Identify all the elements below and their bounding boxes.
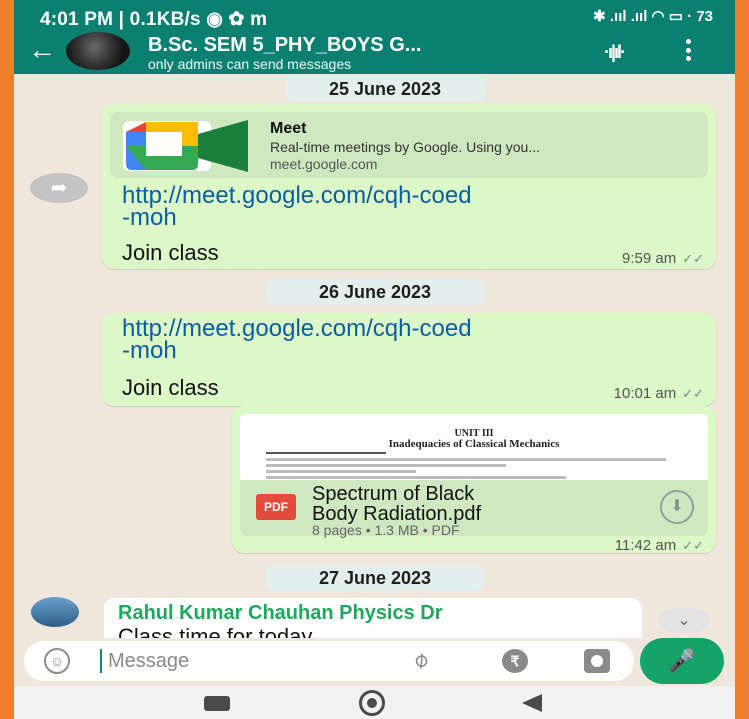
waveform-icon[interactable]: ·ı|ıl· bbox=[604, 42, 626, 63]
message-input[interactable]: Message bbox=[108, 650, 189, 673]
message-link-continued[interactable]: -moh bbox=[122, 204, 177, 232]
rupee-icon[interactable]: ₹ bbox=[502, 649, 528, 673]
app-bar: 4:01 PM | 0.1KB/s ◉ ✿ m ✱ .ııl .ııl ◠ ▭ … bbox=[14, 0, 735, 74]
emoji-icon[interactable]: ☺ bbox=[44, 648, 70, 674]
message-time-text: 9:59 am bbox=[622, 250, 677, 267]
sender-name[interactable]: Rahul Kumar Chauhan Physics Dr bbox=[118, 602, 443, 625]
preview-domain: meet.google.com bbox=[270, 156, 378, 172]
pdf-file-icon: PDF bbox=[256, 494, 296, 520]
pdf-text-line bbox=[266, 464, 506, 467]
pdf-heading: Inadequacies of Classical Mechanics bbox=[388, 438, 560, 450]
pdf-text-line bbox=[266, 458, 666, 461]
forward-icon[interactable]: ➦ bbox=[30, 173, 88, 203]
download-icon[interactable]: ⬇ bbox=[660, 490, 694, 524]
pdf-text-line bbox=[266, 470, 416, 473]
camera-icon[interactable] bbox=[584, 649, 610, 673]
phone-screen: 4:01 PM | 0.1KB/s ◉ ✿ m ✱ .ııl .ııl ◠ ▭ … bbox=[14, 0, 735, 719]
message-text: Join class bbox=[122, 240, 219, 265]
preview-title: Meet bbox=[270, 120, 307, 137]
message-time: 10:01 am ✓✓ bbox=[614, 385, 704, 402]
pdf-text-line bbox=[266, 452, 386, 454]
group-avatar[interactable] bbox=[66, 32, 130, 70]
message-input-bar[interactable]: ☺ Message ⌀ ₹ bbox=[24, 641, 634, 681]
message-time-text: 11:42 am bbox=[614, 537, 677, 554]
message-text: Class time for today bbox=[118, 624, 313, 638]
message-link-continued[interactable]: -moh bbox=[122, 337, 177, 365]
pdf-filename-line2: Body Radiation.pdf bbox=[312, 503, 482, 525]
google-meet-logo bbox=[123, 120, 248, 172]
recents-icon[interactable] bbox=[204, 696, 230, 711]
mic-button[interactable]: 🎤 bbox=[640, 638, 724, 684]
status-bar-right: ✱ .ııl .ııl ◠ ▭ · 73 bbox=[593, 7, 713, 25]
message-bubble[interactable]: Meet Real-time meetings by Google. Using… bbox=[102, 104, 716, 269]
double-check-icon: ✓✓ bbox=[682, 251, 704, 266]
battery-level: 73 bbox=[696, 8, 713, 25]
incoming-message[interactable]: Rahul Kumar Chauhan Physics Dr Class tim… bbox=[104, 598, 642, 638]
date-separator: 25 June 2023 bbox=[285, 76, 485, 102]
home-icon[interactable] bbox=[359, 690, 385, 716]
double-check-icon: ✓✓ bbox=[682, 538, 704, 553]
message-time: 9:59 am ✓✓ bbox=[622, 250, 704, 267]
link-preview[interactable]: Meet Real-time meetings by Google. Using… bbox=[110, 112, 708, 178]
pdf-filename: Spectrum of Black Body Radiation.pdf bbox=[312, 484, 481, 524]
chat-title[interactable]: B.Sc. SEM 5_PHY_BOYS G... bbox=[148, 34, 421, 57]
date-separator: 26 June 2023 bbox=[266, 279, 484, 305]
attach-icon[interactable]: ⌀ bbox=[407, 646, 434, 674]
pdf-info[interactable]: PDF Spectrum of Black Body Radiation.pdf… bbox=[240, 480, 708, 538]
status-icons: ✱ .ııl .ııl ◠ ▭ · bbox=[593, 8, 693, 25]
preview-description: Real-time meetings by Google. Using you.… bbox=[270, 139, 541, 155]
more-vert-icon[interactable] bbox=[686, 39, 692, 61]
pdf-filename-line1: Spectrum of Black bbox=[312, 483, 475, 505]
arrow-left-icon[interactable]: ← bbox=[28, 36, 56, 64]
status-bar-left: 4:01 PM | 0.1KB/s ◉ ✿ m bbox=[40, 9, 268, 30]
sender-avatar[interactable] bbox=[31, 597, 79, 627]
scroll-down-icon[interactable]: ⌄ bbox=[658, 608, 710, 634]
pdf-thumbnail[interactable]: UNIT III Inadequacies of Classical Mecha… bbox=[240, 414, 708, 480]
message-time-text: 10:01 am bbox=[613, 385, 677, 402]
chat-subtitle: only admins can send messages bbox=[148, 56, 352, 72]
message-text: Join class bbox=[122, 375, 219, 400]
double-check-icon: ✓✓ bbox=[682, 386, 704, 401]
message-time: 11:42 am ✓✓ bbox=[615, 537, 704, 554]
document-message[interactable]: UNIT III Inadequacies of Classical Mecha… bbox=[232, 406, 716, 554]
back-triangle-icon[interactable] bbox=[522, 694, 542, 712]
text-cursor bbox=[100, 649, 102, 673]
system-nav-bar bbox=[14, 686, 735, 719]
message-bubble[interactable]: http://meet.google.com/cqh-coed -moh Joi… bbox=[102, 313, 716, 406]
pdf-meta: 8 pages • 1.3 MB • PDF bbox=[312, 522, 460, 538]
pdf-text-line bbox=[266, 476, 566, 479]
date-separator: 27 June 2023 bbox=[266, 565, 484, 591]
